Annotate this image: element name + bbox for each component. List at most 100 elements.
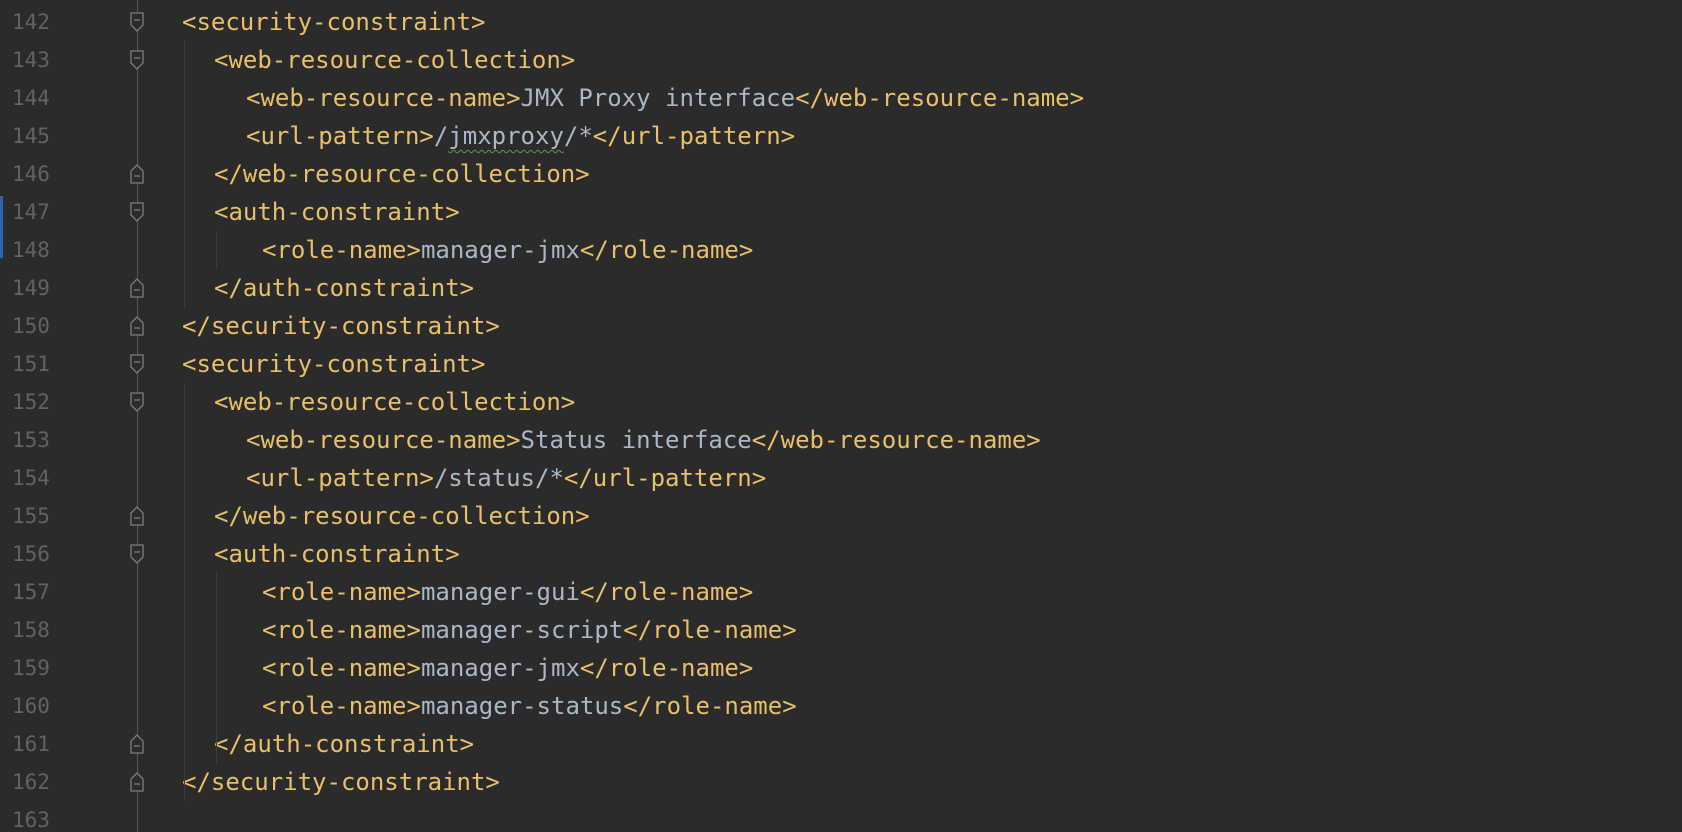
xml-tag: <web-resource-name> [246, 84, 521, 112]
code-text[interactable]: <auth-constraint> [214, 535, 460, 573]
xml-text: manager-jmx [420, 236, 580, 264]
xml-tag: <security-constraint> [182, 8, 486, 36]
xml-tag: </role-name> [579, 654, 754, 682]
fold-open-icon[interactable] [128, 391, 146, 413]
fold-open-icon[interactable] [128, 201, 146, 223]
code-text[interactable]: <url-pattern>/jmxproxy/*</url-pattern> [246, 117, 795, 155]
code-text[interactable]: <web-resource-collection> [214, 383, 575, 421]
fold-close-icon[interactable] [128, 315, 146, 337]
code-text[interactable]: </auth-constraint> [214, 269, 474, 307]
line-number: 151 [12, 352, 50, 376]
code-line[interactable]: 145 <url-pattern>/jmxproxy/*</url-pattern… [0, 117, 1682, 155]
code-line[interactable]: 157 <role-name>manager-gui</role-name> [0, 573, 1682, 611]
code-line[interactable]: 151 <security-constraint> [0, 345, 1682, 383]
code-text[interactable]: <role-name>manager-status</role-name> [262, 687, 797, 725]
xml-tag: </web-resource-name> [795, 84, 1085, 112]
xml-text: manager-script [420, 616, 624, 644]
code-lines: 142 <security-constraint> 143 <web-resource… [0, 3, 1682, 832]
code-line[interactable]: 148 <role-name>manager-jmx</role-name> [0, 231, 1682, 269]
xml-text: jmxproxy [448, 122, 564, 150]
xml-tag: </security-constraint> [182, 768, 500, 796]
line-number: 146 [12, 162, 50, 186]
code-line[interactable]: 153 <web-resource-name>Status interface</… [0, 421, 1682, 459]
fold-close-icon[interactable] [128, 771, 146, 793]
line-number: 147 [12, 200, 50, 224]
xml-tag: <role-name> [262, 692, 421, 720]
xml-tag: </auth-constraint> [214, 730, 475, 758]
xml-text: manager-jmx [420, 654, 580, 682]
fold-open-icon[interactable] [128, 11, 146, 33]
line-number: 160 [12, 694, 50, 718]
line-number: 143 [12, 48, 50, 72]
xml-tag: </role-name> [623, 692, 797, 720]
line-number: 148 [12, 238, 50, 262]
code-editor[interactable]: 142 <security-constraint> 143 <web-resource… [0, 0, 1682, 832]
code-text[interactable]: <url-pattern>/status/*</url-pattern> [246, 459, 766, 497]
xml-tag: </web-resource-collection> [214, 502, 590, 530]
fold-close-icon[interactable] [128, 163, 146, 185]
code-text[interactable]: </security-constraint> [182, 307, 500, 345]
xml-tag: <auth-constraint> [214, 540, 460, 568]
xml-tag: <web-resource-collection> [214, 388, 576, 416]
code-line[interactable]: 150 </security-constraint> [0, 307, 1682, 345]
line-number: 154 [12, 466, 50, 490]
xml-tag: <role-name> [262, 578, 421, 606]
fold-close-icon[interactable] [128, 277, 146, 299]
code-line[interactable]: 159 <role-name>manager-jmx</role-name> [0, 649, 1682, 687]
code-line[interactable]: 143 <web-resource-collection> [0, 41, 1682, 79]
code-text[interactable]: <role-name>manager-gui</role-name> [262, 573, 753, 611]
xml-tag: </security-constraint> [182, 312, 500, 340]
code-line[interactable]: 160 <role-name>manager-status</role-name> [0, 687, 1682, 725]
code-text[interactable]: </security-constraint> [182, 763, 500, 801]
code-line[interactable]: 161 </auth-constraint> [0, 725, 1682, 763]
code-line[interactable]: 163 [0, 801, 1682, 832]
code-text[interactable]: <role-name>manager-script</role-name> [262, 611, 797, 649]
fold-open-icon[interactable] [128, 543, 146, 565]
code-line[interactable]: 147 <auth-constraint> [0, 193, 1682, 231]
indent-guide [216, 573, 217, 763]
code-text[interactable]: </web-resource-collection> [214, 497, 590, 535]
xml-tag: </role-name> [579, 236, 754, 264]
code-line[interactable]: 142 <security-constraint> [0, 3, 1682, 41]
code-text[interactable]: <security-constraint> [182, 345, 485, 383]
line-number: 163 [12, 808, 50, 832]
fold-close-icon[interactable] [128, 505, 146, 527]
code-line[interactable]: 152 <web-resource-collection> [0, 383, 1682, 421]
code-line[interactable]: 162 </security-constraint> [0, 763, 1682, 801]
code-text[interactable]: <auth-constraint> [214, 193, 460, 231]
code-line[interactable]: 146 </web-resource-collection> [0, 155, 1682, 193]
line-number: 162 [12, 770, 50, 794]
xml-tag: <role-name> [262, 236, 421, 264]
code-text[interactable]: <web-resource-collection> [214, 41, 575, 79]
line-number: 158 [12, 618, 50, 642]
line-number: 157 [12, 580, 50, 604]
code-line[interactable]: 154 <url-pattern>/status/*</url-pattern> [0, 459, 1682, 497]
fold-open-icon[interactable] [128, 49, 146, 71]
code-text[interactable]: <role-name>manager-jmx</role-name> [262, 649, 753, 687]
code-line[interactable]: 158 <role-name>manager-script</role-name> [0, 611, 1682, 649]
code-line[interactable]: 155 </web-resource-collection> [0, 497, 1682, 535]
line-number: 150 [12, 314, 50, 338]
indent-guide [184, 383, 185, 801]
code-line[interactable]: 149 </auth-constraint> [0, 269, 1682, 307]
xml-tag: <role-name> [262, 654, 421, 682]
line-number: 156 [12, 542, 50, 566]
indent-guide [216, 231, 217, 269]
code-text[interactable]: <web-resource-name>Status interface</web… [246, 421, 1041, 459]
fold-close-icon[interactable] [128, 733, 146, 755]
xml-tag: </url-pattern> [563, 464, 767, 492]
code-line[interactable]: 144 <web-resource-name>JMX Proxy interfac… [0, 79, 1682, 117]
code-text[interactable]: <role-name>manager-jmx</role-name> [262, 231, 753, 269]
xml-tag: <auth-constraint> [214, 198, 460, 226]
line-number: 149 [12, 276, 50, 300]
code-line[interactable]: 156 <auth-constraint> [0, 535, 1682, 573]
code-text[interactable]: <security-constraint> [182, 3, 485, 41]
code-text[interactable]: </auth-constraint> [214, 725, 474, 763]
line-number: 153 [12, 428, 50, 452]
code-text[interactable]: <web-resource-name>JMX Proxy interface</… [246, 79, 1084, 117]
xml-tag: <web-resource-name> [246, 426, 521, 454]
code-text[interactable]: </web-resource-collection> [214, 155, 590, 193]
line-number: 159 [12, 656, 50, 680]
fold-open-icon[interactable] [128, 353, 146, 375]
xml-tag: </url-pattern> [592, 122, 796, 150]
